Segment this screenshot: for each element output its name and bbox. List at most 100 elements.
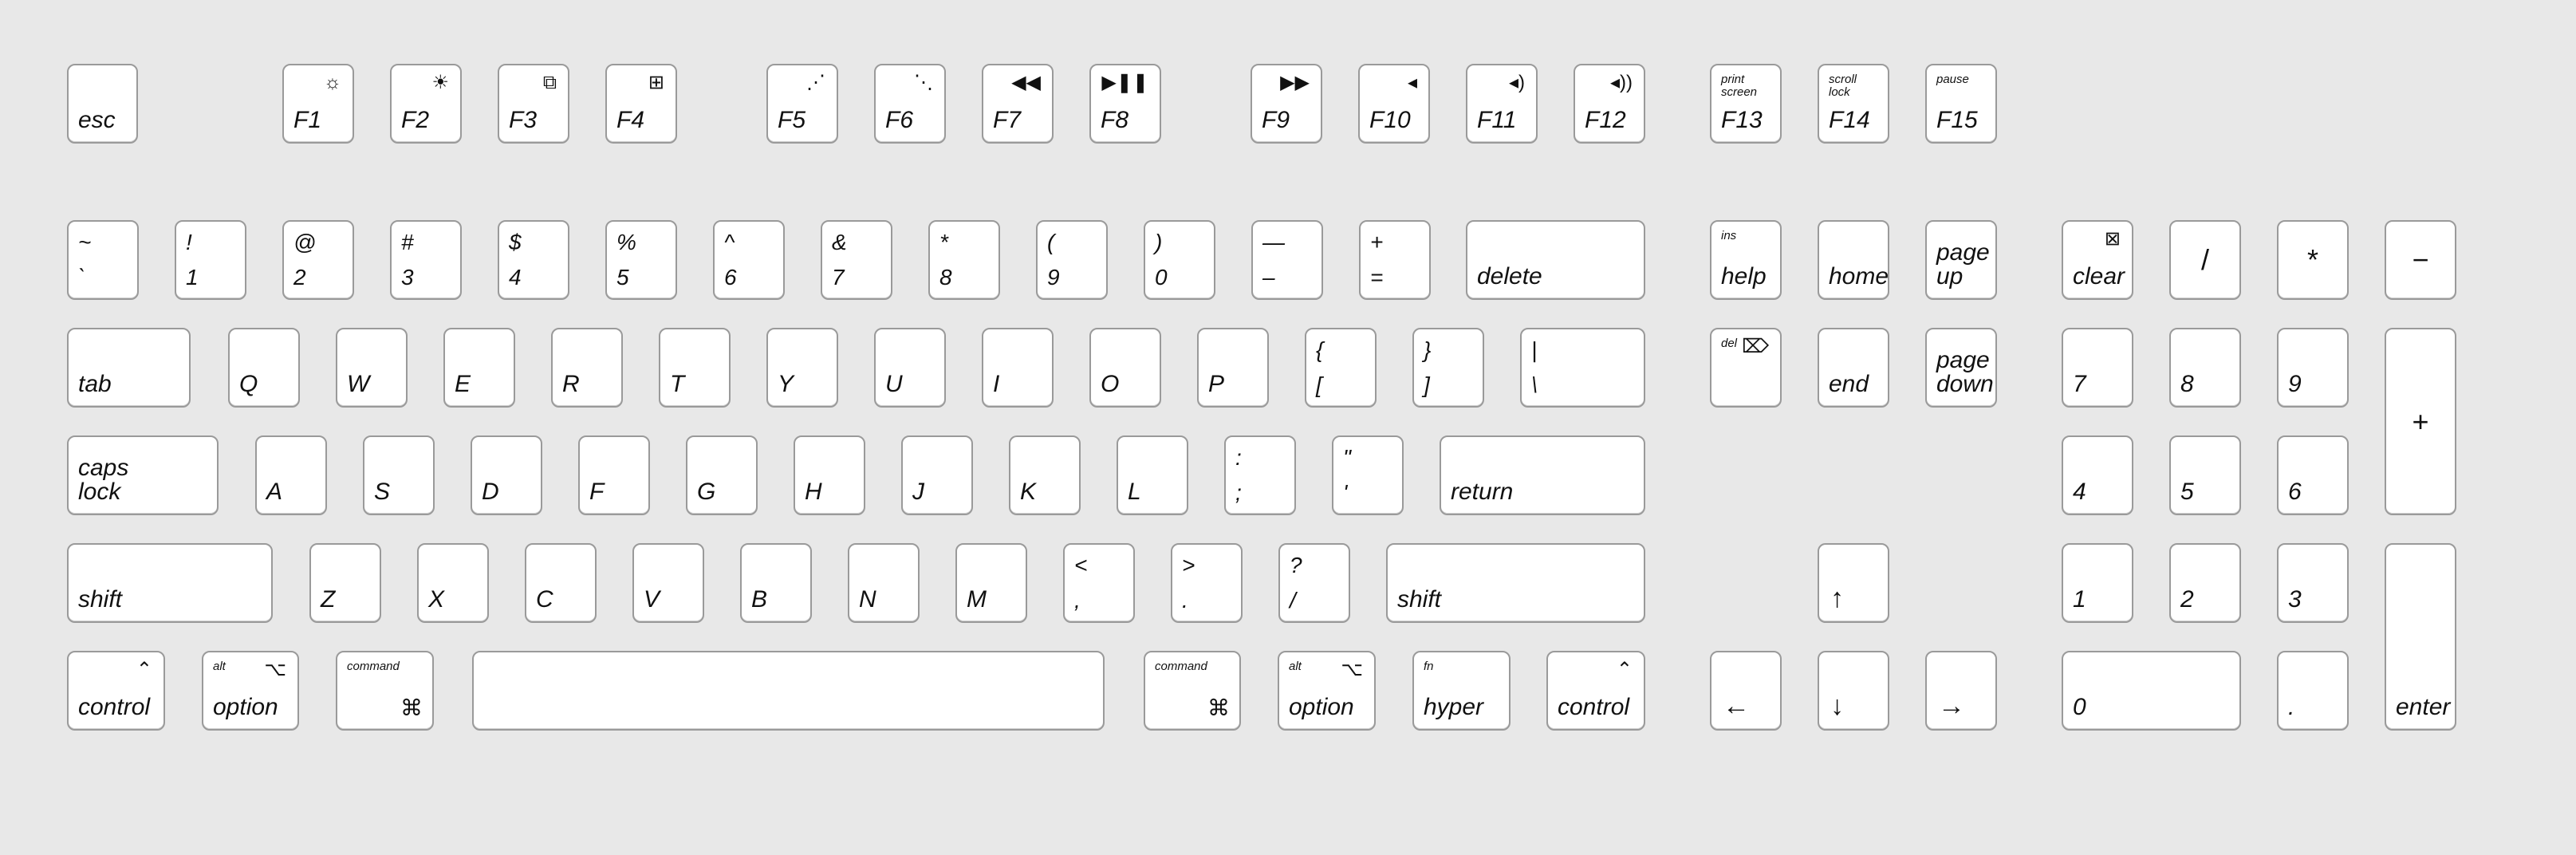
key-a[interactable]: A xyxy=(255,435,327,515)
key-f6[interactable]: ⋱ F6 xyxy=(874,64,946,144)
key-minus[interactable]: — – xyxy=(1251,220,1323,300)
key-comma[interactable]: <, xyxy=(1063,543,1135,623)
key-h[interactable]: H xyxy=(794,435,865,515)
key-num-slash[interactable]: / xyxy=(2169,220,2241,300)
key-n[interactable]: N xyxy=(848,543,920,623)
key-delete[interactable]: delete xyxy=(1466,220,1645,300)
key-arrow-left[interactable]: ← xyxy=(1710,651,1782,731)
key-f10[interactable]: ◂ F10 xyxy=(1358,64,1430,144)
key-2[interactable]: @2 xyxy=(282,220,354,300)
key-slash[interactable]: ? / xyxy=(1278,543,1350,623)
key-num-dot[interactable]: . xyxy=(2277,651,2349,731)
key-f11[interactable]: ◂) F11 xyxy=(1466,64,1538,144)
key-num-4[interactable]: 4 xyxy=(2062,435,2133,515)
key-control-right[interactable]: ⌃ control xyxy=(1546,651,1645,731)
key-c[interactable]: C xyxy=(525,543,597,623)
key-clear[interactable]: ⊠ clear xyxy=(2062,220,2133,300)
key-end[interactable]: end xyxy=(1818,328,1889,408)
key-k[interactable]: K xyxy=(1009,435,1081,515)
key-num-3[interactable]: 3 xyxy=(2277,543,2349,623)
key-y[interactable]: Y xyxy=(766,328,838,408)
key-0[interactable]: ) 0 xyxy=(1144,220,1215,300)
key-control-left[interactable]: ⌃ control xyxy=(67,651,165,731)
key-num-minus[interactable]: − xyxy=(2385,220,2456,300)
key-quote[interactable]: " ' xyxy=(1332,435,1404,515)
key-d[interactable]: D xyxy=(471,435,542,515)
key-arrow-up[interactable]: ↑ xyxy=(1818,543,1889,623)
key-f2[interactable]: ☀ F2 xyxy=(390,64,462,144)
key-option-right[interactable]: alt ⌥ option xyxy=(1278,651,1376,731)
key-z[interactable]: Z xyxy=(309,543,381,623)
key-o[interactable]: O xyxy=(1089,328,1161,408)
key-f9[interactable]: ▶▶ F9 xyxy=(1251,64,1322,144)
key-return[interactable]: return xyxy=(1440,435,1645,515)
key-5[interactable]: % 5 xyxy=(605,220,677,300)
key-shift-right[interactable]: shift xyxy=(1386,543,1645,623)
key-r[interactable]: R xyxy=(551,328,623,408)
key-num-plus[interactable]: + xyxy=(2385,328,2456,515)
key-w[interactable]: W xyxy=(336,328,408,408)
key-caps-lock[interactable]: caps lock xyxy=(67,435,219,515)
key-p[interactable]: P xyxy=(1197,328,1269,408)
key-f12[interactable]: ◂)) F12 xyxy=(1574,64,1645,144)
key-num-7[interactable]: 7 xyxy=(2062,328,2133,408)
key-page-up[interactable]: page up xyxy=(1925,220,1997,300)
key-help[interactable]: ins help xyxy=(1710,220,1782,300)
key-m[interactable]: M xyxy=(955,543,1027,623)
key-arrow-down[interactable]: ↓ xyxy=(1818,651,1889,731)
key-num-9[interactable]: 9 xyxy=(2277,328,2349,408)
key-del[interactable]: del ⌦ xyxy=(1710,328,1782,408)
key-i[interactable]: I xyxy=(982,328,1054,408)
key-command-left[interactable]: command ⌘ xyxy=(336,651,434,731)
key-command-right[interactable]: command ⌘ xyxy=(1144,651,1241,731)
key-e[interactable]: E xyxy=(443,328,515,408)
key-period[interactable]: >. xyxy=(1171,543,1243,623)
key-esc[interactable]: esc xyxy=(67,64,138,144)
key-f5[interactable]: ⋰ F5 xyxy=(766,64,838,144)
key-arrow-right[interactable]: → xyxy=(1925,651,1997,731)
key-j[interactable]: J xyxy=(901,435,973,515)
key-equals[interactable]: + = xyxy=(1359,220,1431,300)
key-q[interactable]: Q xyxy=(228,328,300,408)
key-3[interactable]: #3 xyxy=(390,220,462,300)
key-u[interactable]: U xyxy=(874,328,946,408)
key-shift-left[interactable]: shift xyxy=(67,543,273,623)
key-s[interactable]: S xyxy=(363,435,435,515)
key-7[interactable]: & 7 xyxy=(821,220,892,300)
key-f3[interactable]: ⧉ F3 xyxy=(498,64,569,144)
key-x[interactable]: X xyxy=(417,543,489,623)
key-f[interactable]: F xyxy=(578,435,650,515)
key-b[interactable]: B xyxy=(740,543,812,623)
key-num-enter[interactable]: enter xyxy=(2385,543,2456,731)
key-tab[interactable]: tab xyxy=(67,328,191,408)
key-option-left[interactable]: alt ⌥ option xyxy=(202,651,299,731)
key-num-0[interactable]: 0 xyxy=(2062,651,2241,731)
key-f14[interactable]: scroll lock F14 xyxy=(1818,64,1889,144)
key-num-2[interactable]: 2 xyxy=(2169,543,2241,623)
key-8[interactable]: * 8 xyxy=(928,220,1000,300)
key-1[interactable]: ! 1 xyxy=(175,220,246,300)
key-f15[interactable]: pause F15 xyxy=(1925,64,1997,144)
key-backtick[interactable]: ~ ` xyxy=(67,220,139,300)
key-l[interactable]: L xyxy=(1117,435,1188,515)
key-num-6[interactable]: 6 xyxy=(2277,435,2349,515)
key-semicolon[interactable]: :; xyxy=(1224,435,1296,515)
key-f1[interactable]: ☼ F1 xyxy=(282,64,354,144)
key-lbracket[interactable]: {[ xyxy=(1305,328,1377,408)
key-f13[interactable]: print screen F13 xyxy=(1710,64,1782,144)
key-backslash[interactable]: | \ xyxy=(1520,328,1645,408)
key-rbracket[interactable]: }] xyxy=(1412,328,1484,408)
key-home[interactable]: home xyxy=(1818,220,1889,300)
key-num-1[interactable]: 1 xyxy=(2062,543,2133,623)
key-t[interactable]: T xyxy=(659,328,731,408)
key-v[interactable]: V xyxy=(632,543,704,623)
key-f8[interactable]: ▶❚❚ F8 xyxy=(1089,64,1161,144)
key-f4[interactable]: ⊞ F4 xyxy=(605,64,677,144)
key-num-5[interactable]: 5 xyxy=(2169,435,2241,515)
key-page-down[interactable]: page down xyxy=(1925,328,1997,408)
key-f7[interactable]: ◀◀ F7 xyxy=(982,64,1054,144)
key-6[interactable]: ^ 6 xyxy=(713,220,785,300)
key-hyper[interactable]: fn hyper xyxy=(1412,651,1511,731)
key-4[interactable]: $4 xyxy=(498,220,569,300)
key-num-star[interactable]: * xyxy=(2277,220,2349,300)
